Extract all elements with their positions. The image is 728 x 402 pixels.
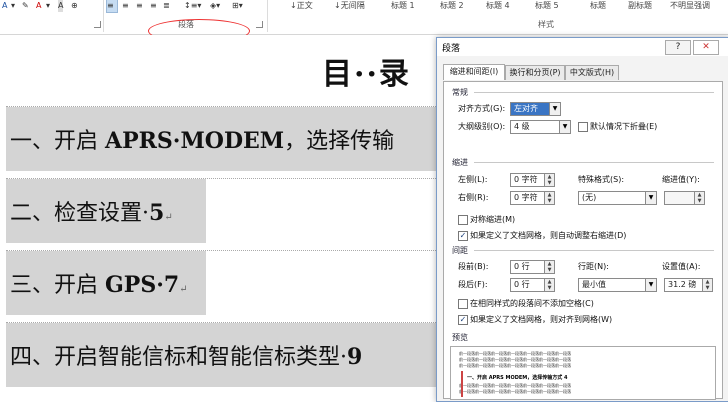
left-indent-input[interactable]: 0 字符 ▲ ▼ — [510, 173, 555, 187]
spinner-icon[interactable]: ▲ ▼ — [702, 279, 712, 291]
left-indent-label: 左侧(L): — [458, 175, 488, 184]
left-indent-value: 0 字符 — [514, 175, 538, 184]
toc-entry[interactable]: 四、开启智能信标和智能信标类型·9 — [6, 322, 436, 387]
outline-level-value: 4 级 — [514, 122, 530, 131]
chevron-down-icon: ▼ — [559, 121, 570, 133]
mirror-indent-label: 对称缩进(M) — [470, 215, 516, 224]
collapse-checkbox[interactable] — [578, 122, 588, 132]
indent-by-label: 缩进值(Y): — [662, 175, 700, 184]
toc-title: 目··录 — [322, 57, 411, 92]
space-after-input[interactable]: 0 行 ▲ ▼ — [510, 278, 555, 292]
section-spacing: 间距 — [452, 246, 468, 255]
spinner-icon[interactable]: ▲ ▼ — [544, 261, 554, 273]
tab-indents-spacing[interactable]: 缩进和间距(I) — [443, 64, 505, 80]
mirror-indent-checkbox[interactable] — [458, 215, 468, 225]
help-button[interactable]: ? — [665, 40, 691, 55]
no-space-label: 在相同样式的段落间不添加空格(C) — [470, 299, 594, 308]
special-indent-select[interactable]: (无) ▼ — [578, 191, 657, 205]
tab-panel: 常规 对齐方式(G): 左对齐 ▼ 大纲级别(O): 4 级 ▼ 默认情况下折叠… — [443, 81, 723, 400]
dialog-title: 段落 — [442, 44, 461, 54]
alignment-label: 对齐方式(G): — [458, 104, 506, 113]
toc-entry-text: 三、开启 GPS·7↵ — [10, 272, 188, 298]
spinner-icon[interactable]: ▲ ▼ — [544, 279, 554, 291]
preview-margin-marker — [461, 371, 463, 397]
spinner-icon[interactable]: ▲ ▼ — [544, 174, 554, 186]
spinner-icon[interactable]: ▲ ▼ — [694, 192, 704, 204]
line-spacing-label: 行距(N): — [578, 262, 609, 271]
snap-grid-checkbox[interactable]: ✓ — [458, 315, 468, 325]
tab-asian-typography[interactable]: 中文版式(H) — [565, 65, 619, 80]
section-divider — [474, 250, 714, 251]
toc-entry-text: 二、检查设置·5↵ — [10, 200, 173, 226]
spacing-at-value: 31.2 磅 — [668, 280, 697, 289]
preview-box: 前一段落前一段落前一段落前一段落前一段落前一段落前一段落 前一段落前一段落前一段… — [450, 346, 716, 400]
line-spacing-select[interactable]: 最小值 ▼ — [578, 278, 657, 292]
close-button[interactable]: ✕ — [693, 40, 719, 55]
chevron-down-icon: ▼ — [645, 192, 656, 204]
section-preview: 预览 — [452, 333, 468, 342]
right-indent-label: 右侧(R): — [458, 193, 489, 202]
spacing-at-label: 设置值(A): — [662, 262, 701, 271]
line-spacing-value: 最小值 — [582, 280, 606, 289]
toc-entry[interactable]: 三、开启 GPS·7↵ — [6, 250, 436, 315]
right-indent-value: 0 字符 — [514, 193, 538, 202]
toc-entry[interactable]: 二、检查设置·5↵ — [6, 178, 436, 243]
special-indent-value: (无) — [582, 193, 597, 202]
tab-line-page-breaks[interactable]: 换行和分页(P) — [505, 65, 565, 80]
space-before-value: 0 行 — [514, 262, 530, 271]
alignment-value: 左对齐 — [514, 104, 538, 113]
spinner-icon[interactable]: ▲ ▼ — [544, 192, 554, 204]
collapse-label: 默认情况下折叠(E) — [590, 122, 658, 131]
space-after-value: 0 行 — [514, 280, 530, 289]
toc-entry-text: 四、开启智能信标和智能信标类型·9 — [10, 344, 363, 370]
outline-level-select[interactable]: 4 级 ▼ — [510, 120, 571, 134]
special-indent-label: 特殊格式(S): — [578, 175, 625, 184]
section-general: 常规 — [452, 88, 468, 97]
snap-grid-label: 如果定义了文档网格，则对齐到网格(W) — [470, 315, 613, 324]
toc-entry[interactable]: 一、开启 APRS·MODEM，选择传输 — [6, 106, 436, 171]
section-indent: 缩进 — [452, 158, 468, 167]
preview-sample-line: 一、开启 APRS MODEM，选择传输方式 4 — [467, 375, 568, 381]
space-after-label: 段后(F): — [458, 280, 488, 289]
space-before-input[interactable]: 0 行 ▲ ▼ — [510, 260, 555, 274]
dialog-titlebar[interactable]: 段落 ? ✕ — [437, 38, 728, 56]
alignment-select[interactable]: 左对齐 ▼ — [510, 102, 561, 116]
toc-entry-text: 一、开启 APRS·MODEM，选择传输 — [10, 128, 395, 154]
preview-filler-text: 前一段落前一段落前一段落前一段落前一段落前一段落前一段落 — [459, 363, 571, 368]
section-divider — [474, 162, 714, 163]
right-indent-input[interactable]: 0 字符 ▲ ▼ — [510, 191, 555, 205]
chevron-down-icon: ▼ — [549, 103, 560, 115]
outline-level-label: 大纲级别(O): — [458, 122, 506, 131]
space-before-label: 段前(B): — [458, 262, 489, 271]
paragraph-dialog: 段落 ? ✕ 缩进和间距(I) 换行和分页(P) 中文版式(H) 常规 对齐方式… — [436, 37, 728, 402]
section-divider — [474, 92, 714, 93]
spacing-at-input[interactable]: 31.2 磅 ▲ ▼ — [664, 278, 713, 292]
chevron-down-icon: ▼ — [645, 279, 656, 291]
auto-adjust-checkbox[interactable]: ✓ — [458, 231, 468, 241]
auto-adjust-label: 如果定义了文档网格，则自动调整右缩进(D) — [470, 231, 627, 240]
no-space-checkbox[interactable] — [458, 299, 468, 309]
indent-by-input[interactable]: ▲ ▼ — [664, 191, 705, 205]
preview-filler-text: 前一段落前一段落前一段落前一段落前一段落前一段落前一段落 — [459, 389, 571, 394]
